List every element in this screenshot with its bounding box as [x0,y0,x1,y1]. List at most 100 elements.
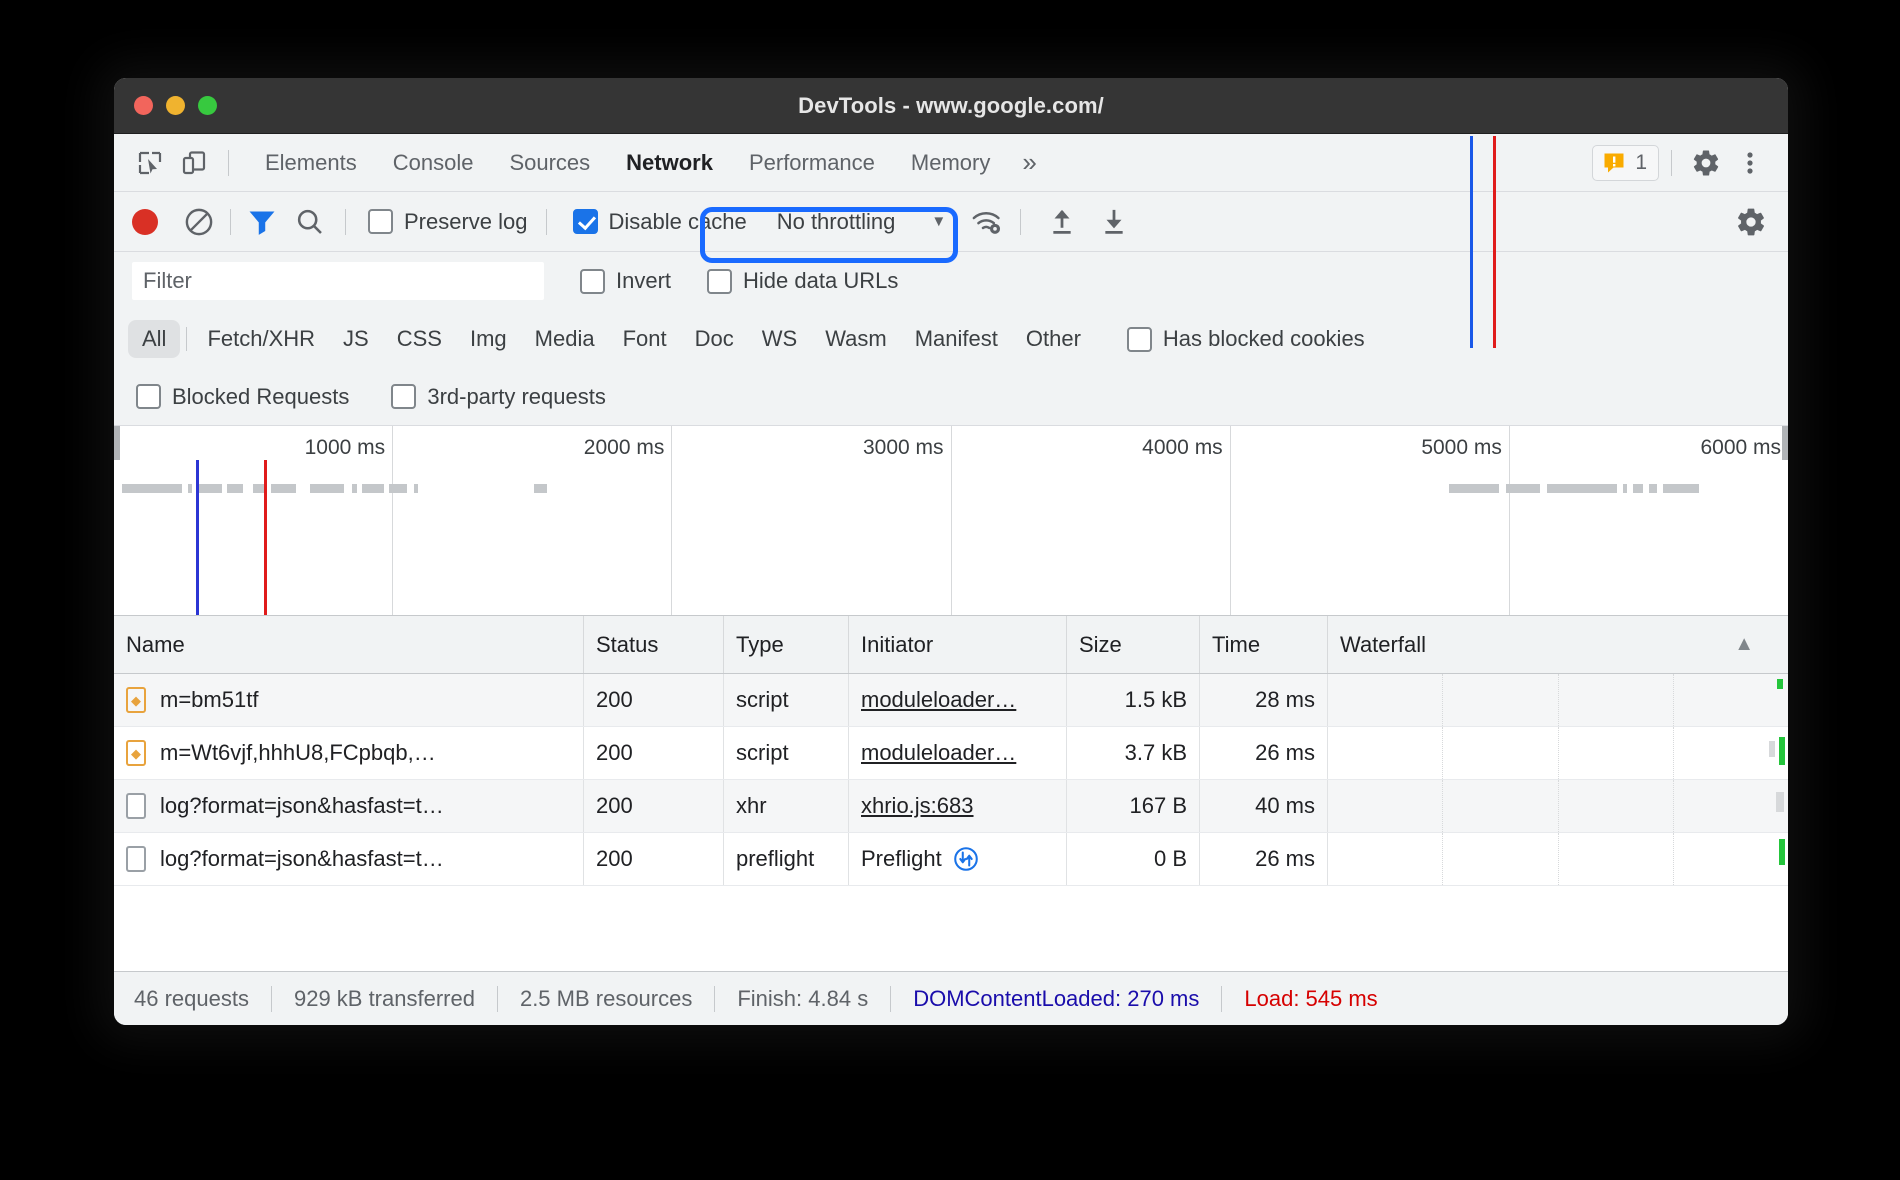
type-chip-all[interactable]: All [128,320,180,358]
hide-data-urls-box[interactable] [707,269,732,294]
type-chip-img[interactable]: Img [456,320,521,358]
type-chip-fetch-xhr[interactable]: Fetch/XHR [193,320,329,358]
network-settings-gear-icon[interactable] [1732,203,1770,241]
type-chip-ws[interactable]: WS [748,320,811,358]
close-window-button[interactable] [134,96,153,115]
cell-name[interactable]: log?format=json&hasfast=t… [114,833,584,885]
invert-box[interactable] [580,269,605,294]
table-row[interactable]: log?format=json&hasfast=t… 200 xhr xhrio… [114,780,1788,833]
table-row[interactable]: ◆ m=Wt6vjf,hhhU8,FCpbqb,… 200 script mod… [114,727,1788,780]
request-name: m=bm51tf [160,687,258,713]
column-header-status[interactable]: Status [584,616,724,673]
tab-performance[interactable]: Performance [731,144,893,182]
more-tabs-chevron-icon[interactable]: » [1008,145,1050,180]
network-toolbar: Preserve log Disable cache No throttling… [114,192,1788,252]
overview-interval-2: 2000 ms [393,426,672,615]
has-blocked-cookies-box[interactable] [1127,327,1152,352]
type-chip-wasm[interactable]: Wasm [811,320,901,358]
script-file-icon: ◆ [126,740,146,766]
device-toolbar-icon[interactable] [172,141,216,185]
preflight-arrows-icon [952,845,980,873]
preserve-log-checkbox[interactable]: Preserve log [368,209,528,235]
tab-sources[interactable]: Sources [491,144,608,182]
clear-button[interactable] [180,203,218,241]
tab-console[interactable]: Console [375,144,492,182]
column-header-name[interactable]: Name [114,616,584,673]
status-dom-content-loaded: DOMContentLoaded: 270 ms [891,986,1221,1012]
cell-name[interactable]: ◆ m=Wt6vjf,hhhU8,FCpbqb,… [114,727,584,779]
type-chip-media[interactable]: Media [521,320,609,358]
search-icon[interactable] [291,203,329,241]
status-requests: 46 requests [134,986,271,1012]
gear-icon[interactable] [1684,141,1728,185]
cell-name[interactable]: log?format=json&hasfast=t… [114,780,584,832]
table-row[interactable]: log?format=json&hasfast=t… 200 preflight… [114,833,1788,886]
cell-size: 3.7 kB [1067,727,1200,779]
hide-data-urls-checkbox[interactable]: Hide data URLs [707,268,898,294]
type-divider [186,327,187,351]
request-name: m=Wt6vjf,hhhU8,FCpbqb,… [160,740,436,766]
overview-right-handle[interactable] [1782,426,1788,460]
maximize-window-button[interactable] [198,96,217,115]
column-header-initiator[interactable]: Initiator [849,616,1067,673]
panel-tabs: Elements Console Sources Network Perform… [247,144,1051,182]
filter-funnel-icon[interactable] [243,203,281,241]
status-resources: 2.5 MB resources [498,986,714,1012]
throttling-dropdown[interactable]: No throttling ▼ [777,209,946,235]
invert-checkbox[interactable]: Invert [580,268,671,294]
has-blocked-cookies-checkbox[interactable]: Has blocked cookies [1127,326,1365,352]
wifi-settings-icon[interactable] [968,203,1006,241]
tab-elements[interactable]: Elements [247,144,375,182]
devtools-window: DevTools - www.google.com/ Elements Cons… [114,78,1788,1025]
cell-initiator[interactable]: moduleloader… [849,727,1067,779]
download-arrow-icon[interactable] [1095,203,1133,241]
third-party-requests-box[interactable] [391,384,416,409]
waterfall-queue-bar [1776,792,1784,812]
type-chip-css[interactable]: CSS [383,320,456,358]
network-overview-timeline[interactable]: 1000 ms 2000 ms 3000 ms 4000 ms 5000 ms … [114,426,1788,616]
type-chip-other[interactable]: Other [1012,320,1095,358]
initiator-link[interactable]: xhrio.js:683 [861,793,974,819]
inspect-cursor-icon[interactable] [128,141,172,185]
cell-initiator[interactable]: xhrio.js:683 [849,780,1067,832]
third-party-requests-checkbox[interactable]: 3rd-party requests [391,384,606,410]
type-chip-font[interactable]: Font [609,320,681,358]
overview-tick-5000: 5000 ms [1421,436,1502,460]
tab-memory[interactable]: Memory [893,144,1008,182]
type-chip-manifest[interactable]: Manifest [901,320,1012,358]
warning-badge[interactable]: 1 [1592,145,1659,181]
toolbar-divider-1 [230,209,231,235]
cell-type: script [724,727,849,779]
filter-input[interactable] [132,262,544,300]
blocked-requests-checkbox[interactable]: Blocked Requests [136,384,349,410]
initiator-link[interactable]: moduleloader… [861,687,1016,713]
type-chip-doc[interactable]: Doc [681,320,748,358]
blocked-requests-label: Blocked Requests [172,384,349,410]
three-dots-vertical-icon[interactable] [1728,141,1772,185]
type-chip-js[interactable]: JS [329,320,383,358]
column-header-time[interactable]: Time [1200,616,1328,673]
blocked-requests-box[interactable] [136,384,161,409]
record-button[interactable] [132,209,158,235]
minimize-window-button[interactable] [166,96,185,115]
overview-tick-4000: 4000 ms [1142,436,1223,460]
column-header-waterfall[interactable]: Waterfall ▲ [1328,616,1788,673]
cell-initiator[interactable]: moduleloader… [849,674,1067,726]
upload-arrow-icon[interactable] [1043,203,1081,241]
initiator-text: Preflight [861,846,942,872]
cell-waterfall [1328,833,1788,885]
devtools-tabbar: Elements Console Sources Network Perform… [114,134,1788,192]
table-row[interactable]: ◆ m=bm51tf 200 script moduleloader… 1.5 … [114,674,1788,727]
overview-interval-6: 6000 ms [1510,426,1788,615]
column-header-size[interactable]: Size [1067,616,1200,673]
disable-cache-box[interactable] [573,209,598,234]
waterfall-bar [1779,839,1785,865]
cell-name[interactable]: ◆ m=bm51tf [114,674,584,726]
preserve-log-box[interactable] [368,209,393,234]
traffic-lights [134,96,217,115]
cell-status: 200 [584,833,724,885]
column-header-type[interactable]: Type [724,616,849,673]
initiator-link[interactable]: moduleloader… [861,740,1016,766]
disable-cache-checkbox[interactable]: Disable cache [573,209,747,235]
tab-network[interactable]: Network [608,144,731,182]
